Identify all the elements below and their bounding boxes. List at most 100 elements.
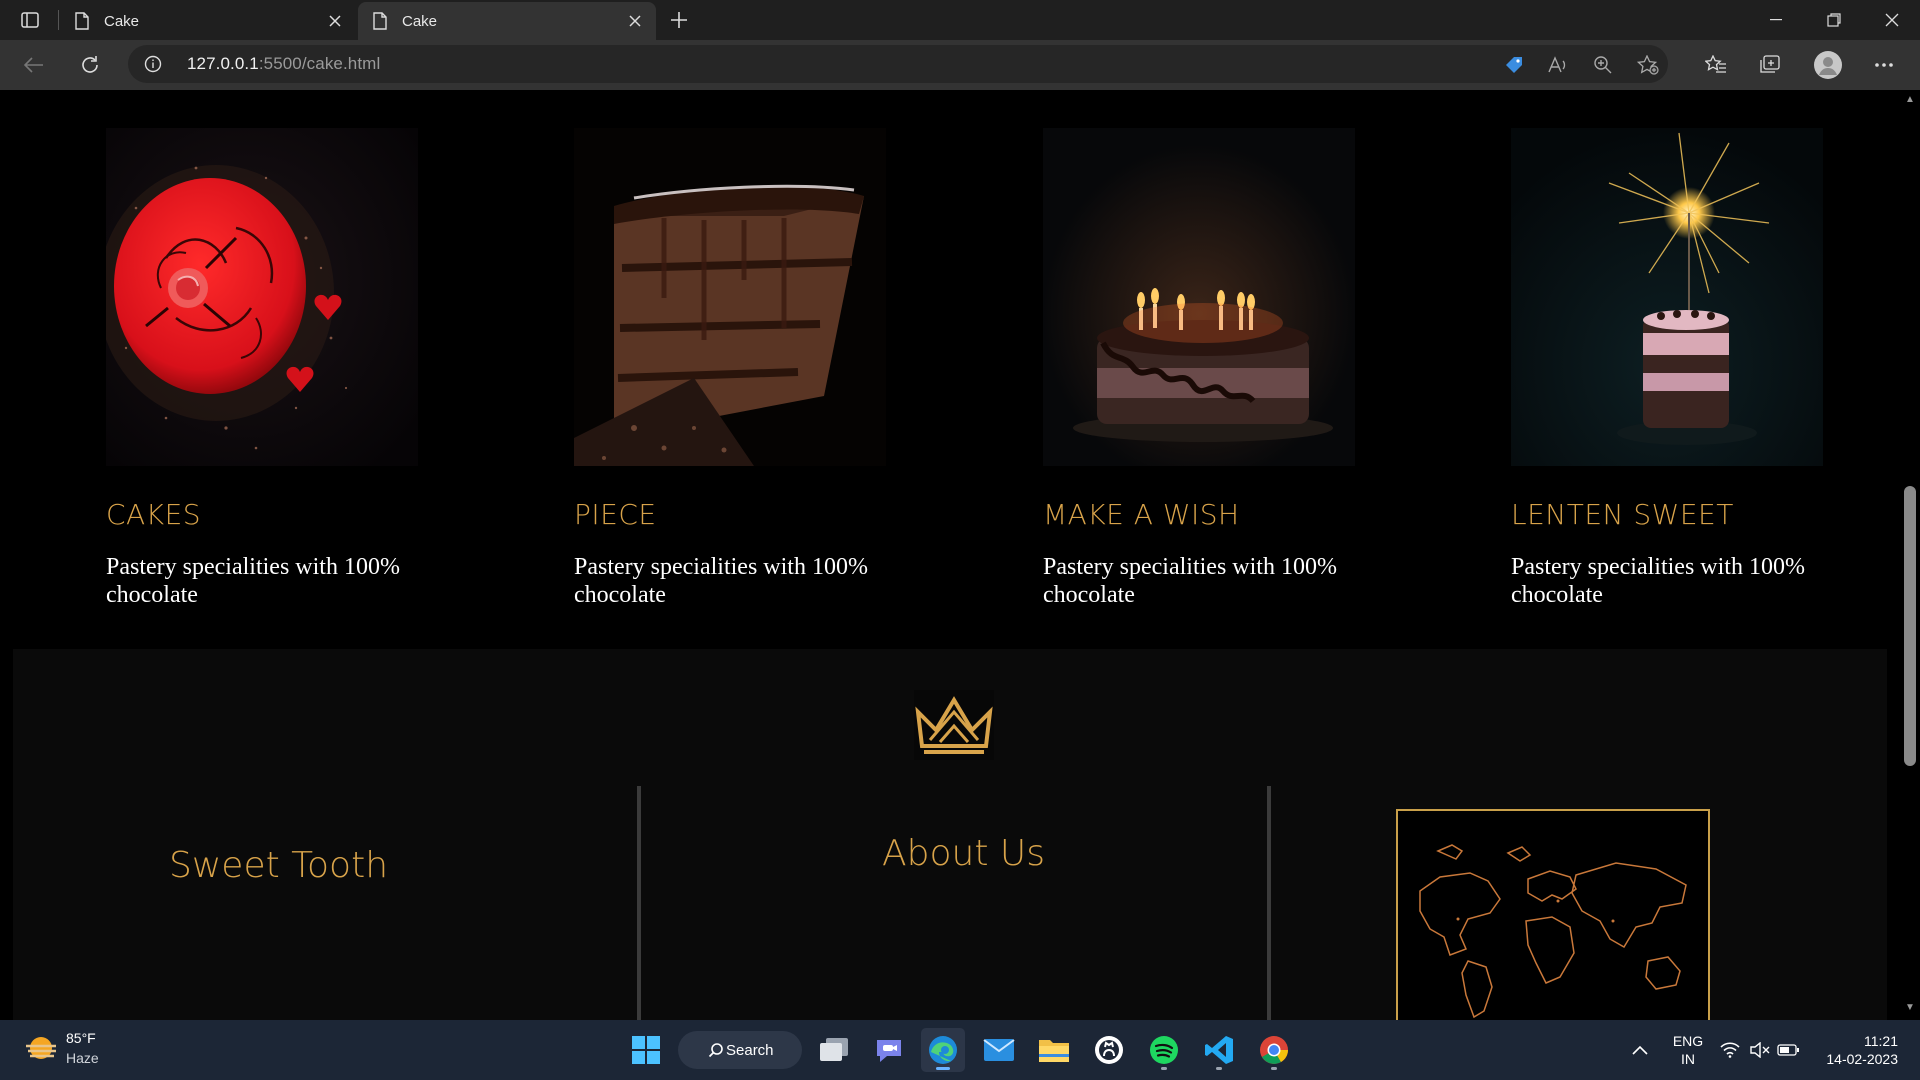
close-window-button[interactable] [1864,0,1920,40]
start-button[interactable] [624,1028,668,1072]
close-tab-icon[interactable] [624,10,646,32]
taskbar-edge[interactable] [921,1028,965,1072]
footer-divider [1267,786,1271,1020]
windows-logo-icon [632,1036,660,1064]
taskbar-github[interactable] [1087,1028,1131,1072]
chat-icon [877,1040,901,1062]
input-language-indicator[interactable]: ENG IN [1668,1032,1708,1068]
scrollbar-thumb[interactable] [1904,486,1916,766]
product-card-piece[interactable]: PIECE Pastery specialities with 100% cho… [574,128,886,609]
footer-sweet-tooth-title: Sweet Tooth [169,845,389,886]
collections-icon[interactable] [1754,49,1786,81]
read-aloud-icon[interactable] [1546,53,1570,77]
vscode-icon [1205,1036,1233,1064]
show-hidden-icons-chevron-icon[interactable] [1628,1038,1652,1062]
search-label: Search [726,1041,774,1059]
birthday-cake-candles-image [1043,128,1355,466]
add-favorite-icon[interactable] [1636,53,1660,77]
red-glazed-cake-image [106,128,418,466]
running-app-indicator [1161,1067,1167,1070]
volume-muted-icon[interactable] [1748,1038,1772,1062]
taskbar-task-view[interactable] [812,1028,856,1072]
new-tab-button[interactable] [664,6,694,34]
card-title: CAKES [106,498,202,531]
folder-icon [1039,1040,1069,1062]
reload-icon[interactable] [74,49,106,81]
taskbar-file-explorer[interactable] [1032,1028,1076,1072]
edge-browser-icon [929,1036,957,1064]
site-info-icon[interactable] [144,55,162,73]
taskbar-spotify[interactable] [1142,1028,1186,1072]
back-arrow-icon[interactable] [18,49,50,81]
url-text: 127.0.0.1:5500/cake.html [187,54,380,74]
running-app-indicator [1216,1067,1222,1070]
mail-icon [983,1039,1015,1061]
footer-about-us-title[interactable]: About Us [882,833,1045,874]
browser-tab-bar: Cake Cake [0,0,1920,40]
page-viewport: CAKES Pastery specialities with 100% cho… [0,90,1900,1020]
chrome-icon [1260,1036,1288,1064]
card-description: Pastery specialities with 100% chocolate [1511,554,1805,608]
tab-cake-1[interactable]: Cake [60,2,356,40]
url-path: :5500/cake.html [258,54,381,73]
world-map-icon [1419,844,1687,1019]
spotify-icon [1150,1036,1178,1064]
card-title: MAKE A WISH [1043,498,1240,531]
weather-widget[interactable]: 85°F Haze [22,1028,172,1072]
scroll-down-arrow-icon[interactable]: ▼ [1904,1002,1916,1014]
more-options-icon[interactable] [1868,49,1900,81]
profile-avatar-icon[interactable] [1812,49,1844,81]
taskbar-mail[interactable] [977,1028,1021,1072]
search-icon [708,1043,723,1058]
address-bar[interactable]: 127.0.0.1:5500/cake.html [128,45,1668,83]
clock-time: 11:21 [1864,1033,1898,1049]
zoom-icon[interactable] [1591,53,1615,77]
region-code: IN [1681,1051,1695,1067]
card-description: Pastery specialities with 100% chocolate [574,554,868,608]
battery-icon[interactable] [1776,1038,1800,1062]
haze-sun-icon [26,1037,56,1059]
page-icon [75,12,89,30]
site-footer: Sweet Tooth About Us [13,649,1887,1020]
product-card-cakes[interactable]: CAKES Pastery specialities with 100% cho… [106,128,418,609]
wifi-icon[interactable] [1718,1038,1742,1062]
task-view-icon [820,1038,848,1061]
taskbar-teams-chat[interactable] [867,1028,911,1072]
clock-date: 14-02-2023 [1826,1051,1898,1067]
system-clock[interactable]: 11:21 14-02-2023 [1812,1032,1898,1068]
close-tab-icon[interactable] [324,10,346,32]
favorites-icon[interactable] [1700,49,1732,81]
taskbar-chrome[interactable] [1252,1028,1296,1072]
page-icon [373,12,387,30]
crown-logo-icon[interactable] [914,690,994,760]
taskbar-search-button[interactable]: Search [678,1031,802,1069]
cake-with-sparkler-image [1511,128,1823,466]
card-title: LENTEN SWEET [1511,498,1734,531]
card-description: Pastery specialities with 100% chocolate [106,554,400,608]
shopping-tag-icon[interactable] [1502,53,1526,77]
product-card-lenten-sweet[interactable]: LENTEN SWEET Pastery specialities with 1… [1511,128,1823,609]
tab-title: Cake [402,12,438,30]
weather-description: Haze [66,1050,99,1066]
world-map-image [1396,809,1710,1020]
running-app-indicator [1271,1067,1277,1070]
card-description: Pastery specialities with 100% chocolate [1043,554,1337,608]
tab-cake-2[interactable]: Cake [358,2,656,40]
chocolate-cake-slice-image [574,128,886,466]
card-title: PIECE [574,498,657,531]
active-app-indicator [936,1067,950,1070]
github-icon [1095,1036,1123,1064]
windows-taskbar: 85°F Haze Search ENG IN 11:21 14-02-2023 [0,1020,1920,1080]
minimize-button[interactable] [1748,0,1804,40]
footer-divider [637,786,641,1020]
scroll-up-arrow-icon[interactable]: ▲ [1904,94,1916,106]
language-code: ENG [1672,1033,1704,1049]
tab-divider [58,10,59,30]
restore-button[interactable] [1806,0,1862,40]
product-card-make-a-wish[interactable]: MAKE A WISH Pastery specialities with 10… [1043,128,1355,609]
weather-temperature: 85°F [66,1030,96,1046]
page-scrollbar[interactable]: ▲ ▼ [1900,90,1920,1020]
tab-actions-icon[interactable] [14,8,46,32]
taskbar-vscode[interactable] [1197,1028,1241,1072]
tab-title: Cake [104,12,140,30]
